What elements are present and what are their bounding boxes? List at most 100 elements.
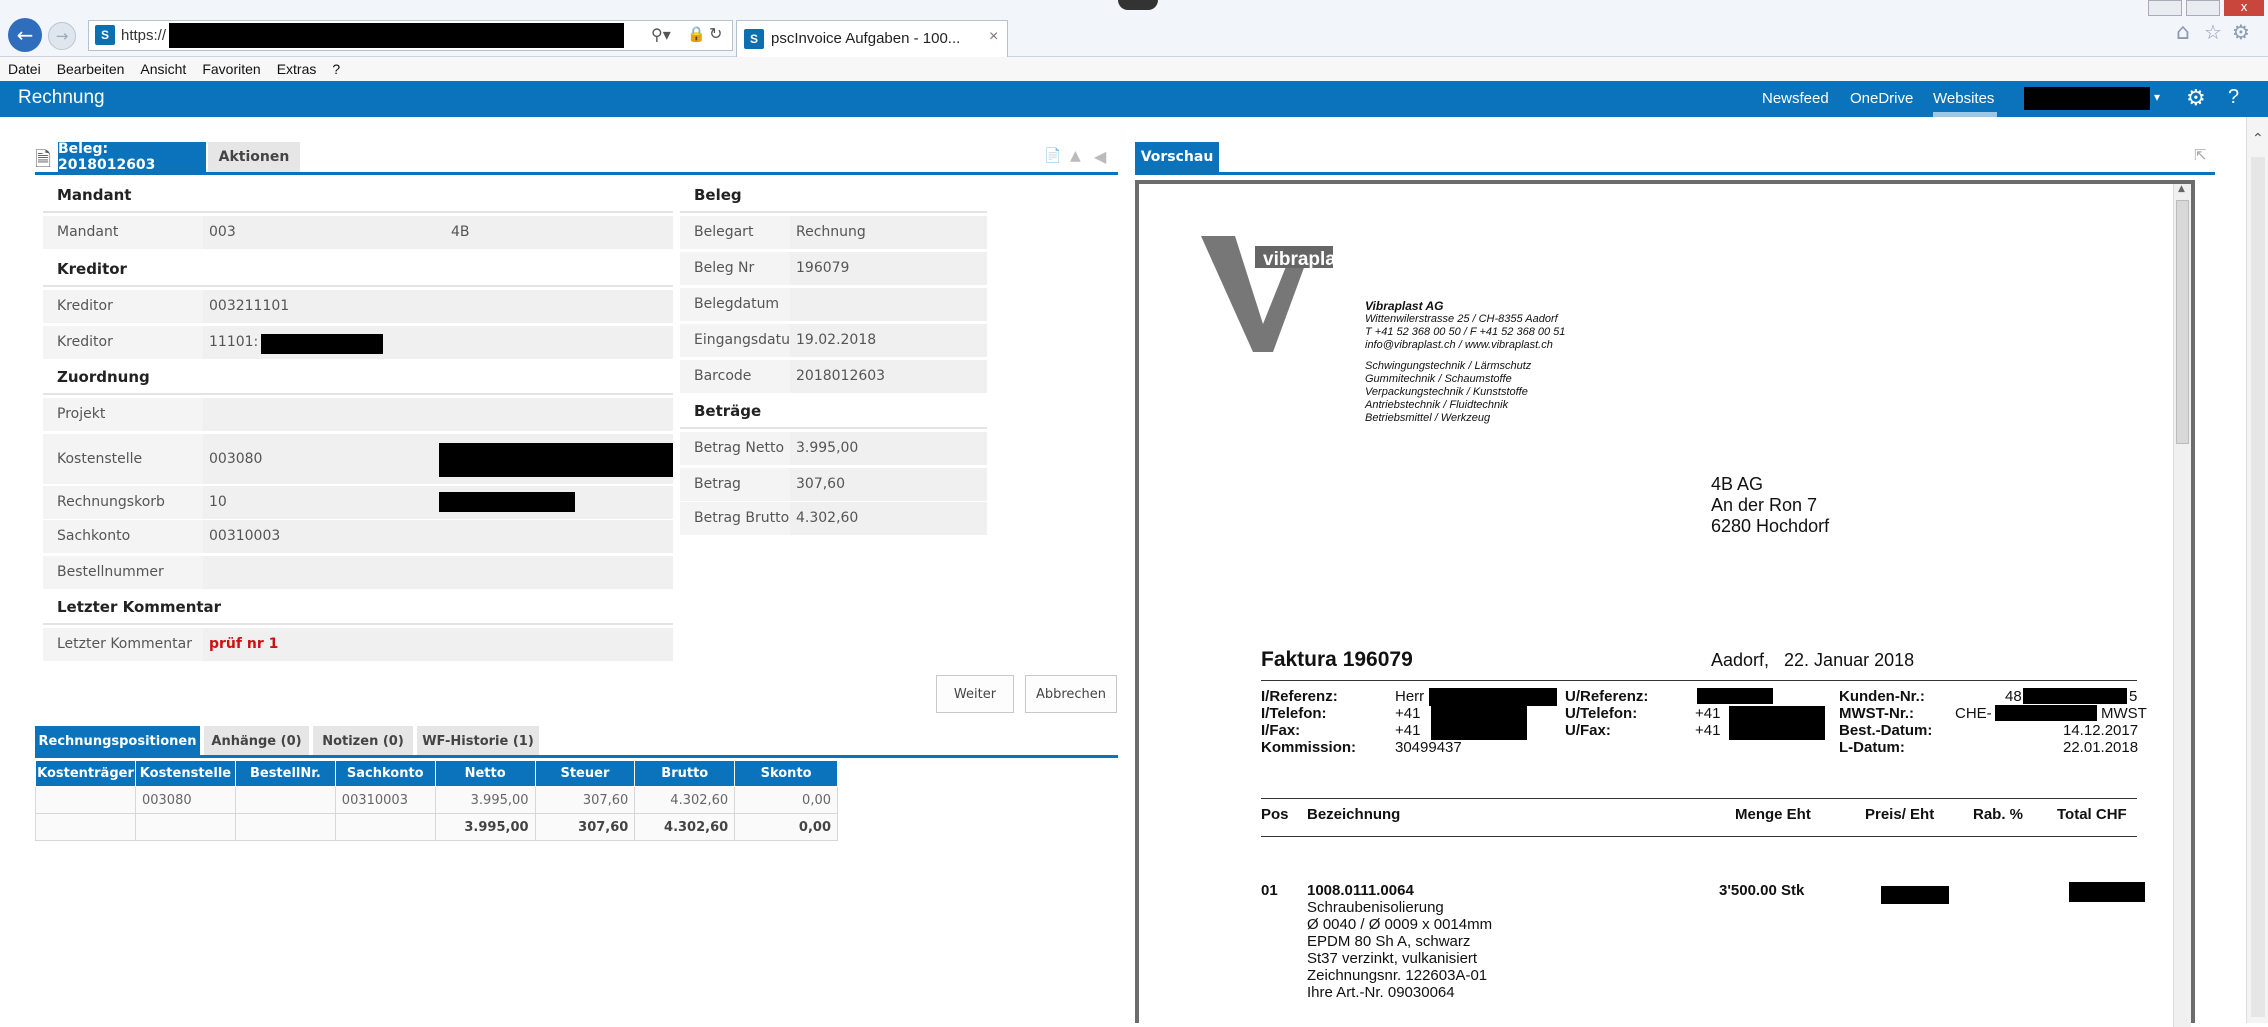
item-line: Ø 0040 / Ø 0009 x 0014mm <box>1307 916 1493 933</box>
kunden-label: Kunden-Nr.: <box>1839 688 1925 705</box>
label-projekt: Projekt <box>43 398 203 431</box>
scroll-up-icon[interactable]: ▲ <box>2178 184 2185 194</box>
tab-beleg[interactable]: Beleg: 2018012603 <box>58 141 206 173</box>
value-letzter-kommentar: prüf nr 1 <box>203 628 673 661</box>
invoice-place-date: Aadorf, 22. Januar 2018 <box>1711 650 1915 670</box>
value-beleg-nr[interactable]: 196079 <box>790 252 987 285</box>
grid-header-row: Kostenträger Kostenstelle BestellNr. Sac… <box>35 760 838 787</box>
menu-item[interactable]: Bearbeiten <box>57 61 125 77</box>
onedrive-link[interactable]: OneDrive <box>1850 90 1913 107</box>
scroll-thumb[interactable] <box>2176 200 2189 444</box>
expand-icon[interactable]: ⇱ <box>2194 146 2207 164</box>
tab-notizen[interactable]: Notizen (0) <box>313 726 413 756</box>
value-betrag-brutto[interactable]: 4.302,60 <box>790 502 987 535</box>
value-sachkonto[interactable]: 00310003 <box>203 520 673 553</box>
kreditor-bezeichnung-text: 11101: <box>209 334 259 350</box>
row-rechnungskorb: Rechnungskorb 10 <box>43 486 673 521</box>
redacted-i-tel-fax <box>1431 706 1527 740</box>
col-skonto[interactable]: Skonto <box>734 760 838 787</box>
abbrechen-button[interactable]: Abbrechen <box>1025 675 1117 713</box>
help-icon[interactable]: ? <box>2228 86 2239 109</box>
newsfeed-link[interactable]: Newsfeed <box>1762 90 1829 107</box>
page-scroll-thumb[interactable] <box>2251 157 2265 1017</box>
favorites-star-icon[interactable]: ☆ <box>2204 20 2222 44</box>
row-kreditor: Kreditor 003211101 <box>43 290 673 325</box>
menu-item[interactable]: Datei <box>8 61 41 77</box>
menu-item[interactable]: Ansicht <box>140 61 186 77</box>
value-betrag-steuer[interactable]: 307,60 <box>790 468 987 501</box>
triangle-up-icon[interactable]: ▲ <box>1070 148 1081 164</box>
camera-notch <box>1118 0 1158 10</box>
refresh-icon[interactable]: ↻ <box>709 24 722 44</box>
ref-values-mid: +41 +41 <box>1695 705 1720 739</box>
user-dropdown-icon[interactable]: ▾ <box>2154 90 2160 104</box>
value-belegdatum[interactable] <box>790 288 987 321</box>
value-projekt[interactable] <box>203 398 673 431</box>
close-window-icon[interactable]: x <box>2224 0 2264 16</box>
value-betrag-netto[interactable]: 3.995,00 <box>790 432 987 465</box>
mwst-label: MWST-Nr.: <box>1839 705 1914 722</box>
totals-row: 3.995,00 307,60 4.302,60 0,00 <box>35 813 838 841</box>
preview-scrollbar[interactable]: ▲ <box>2173 184 2191 1027</box>
browser-tab[interactable]: S pscInvoice Aufgaben - 100... × <box>736 20 1008 57</box>
url-text: https:// <box>121 27 167 44</box>
websites-link[interactable]: Websites <box>1933 90 1994 107</box>
sender-product: Betriebsmittel / Werkzeug <box>1365 412 1491 424</box>
row-letzter-kommentar: Letzter Kommentar prüf nr 1 <box>43 628 673 663</box>
label-letzter-kommentar: Letzter Kommentar <box>43 628 203 661</box>
back-arrow-icon[interactable]: ← <box>8 18 42 52</box>
pdf-icon[interactable]: 📄 <box>1044 148 1061 164</box>
value-bestellnummer[interactable] <box>203 556 673 589</box>
weiter-button[interactable]: Weiter <box>936 675 1014 713</box>
invoice-preview: vibraplast Vibraplast AG Wittenwilerstra… <box>1135 180 2195 1027</box>
settings-gear-icon[interactable]: ⚙ <box>2186 85 2206 111</box>
col-kostenstelle[interactable]: Kostenstelle <box>134 760 236 787</box>
value-rechnungskorb[interactable]: 10 <box>203 486 673 519</box>
total-sachkonto <box>334 813 436 841</box>
value-kreditor[interactable]: 003211101 <box>203 290 673 323</box>
item-line: Schraubenisolierung <box>1307 899 1444 916</box>
divider <box>1261 798 2137 799</box>
col-steuer[interactable]: Steuer <box>534 760 636 787</box>
redacted-user-name[interactable] <box>2024 87 2150 110</box>
l-datum-label: L-Datum: <box>1839 739 1905 756</box>
col-netto[interactable]: Netto <box>434 760 536 787</box>
mwst-suffix: MWST <box>2101 705 2147 722</box>
address-bar[interactable]: S https:// ⚲▾ 🔒 ↻ <box>88 20 733 51</box>
tools-gear-icon[interactable]: ⚙ <box>2232 20 2250 44</box>
label-kreditor-bezeichnung: Kreditor Bezeichnung <box>43 326 203 383</box>
value-eingangsdatum[interactable]: 19.02.2018 <box>790 324 987 357</box>
col-kostentraeger[interactable]: Kostenträger <box>35 760 136 787</box>
row-kostenstelle: Kostenstelle 003080 <box>43 434 673 486</box>
home-icon[interactable]: ⌂ <box>2176 20 2190 45</box>
page-scroll-up-icon[interactable]: ⌃ <box>2252 131 2264 147</box>
divider <box>1261 680 2137 681</box>
col-sachkonto[interactable]: Sachkonto <box>334 760 436 787</box>
u-ref-label: U/Referenz: <box>1565 688 1649 705</box>
page-scrollbar[interactable]: ⌃ <box>2246 117 2268 1023</box>
table-row[interactable]: 003080 00310003 3.995,00 307,60 4.302,60… <box>35 786 838 814</box>
menu-item[interactable]: ? <box>332 61 340 77</box>
redacted-url <box>169 23 624 48</box>
menu-item[interactable]: Favoriten <box>202 61 260 77</box>
tab-wf-historie[interactable]: WF-Historie (1) <box>417 726 539 756</box>
arrow-left-icon[interactable]: ◀ <box>1094 147 1106 166</box>
minimize-icon[interactable] <box>2148 0 2182 16</box>
recipient-line: An der Ron 7 <box>1711 495 1818 515</box>
lock-icon: 🔒 <box>687 26 706 43</box>
tab-rechnungspositionen[interactable]: Rechnungspositionen <box>35 726 200 756</box>
value-mandant[interactable]: 003 <box>203 216 443 249</box>
tab-vorschau[interactable]: Vorschau <box>1135 142 1219 172</box>
maximize-icon[interactable] <box>2186 0 2220 16</box>
tab-close-icon[interactable]: × <box>989 28 998 46</box>
forward-arrow-icon[interactable]: → <box>48 22 76 50</box>
tab-anhaenge[interactable]: Anhänge (0) <box>204 726 309 756</box>
col-brutto[interactable]: Brutto <box>634 760 736 787</box>
search-icon[interactable]: ⚲▾ <box>651 25 671 45</box>
menu-item[interactable]: Extras <box>277 61 317 77</box>
label-belegdatum: Belegdatum <box>680 288 790 321</box>
u-fax-value: +41 <box>1695 722 1721 739</box>
tab-aktionen[interactable]: Aktionen <box>208 142 300 172</box>
redacted-i-ref <box>1429 688 1557 706</box>
col-bestellnr[interactable]: BestellNr. <box>234 760 336 787</box>
